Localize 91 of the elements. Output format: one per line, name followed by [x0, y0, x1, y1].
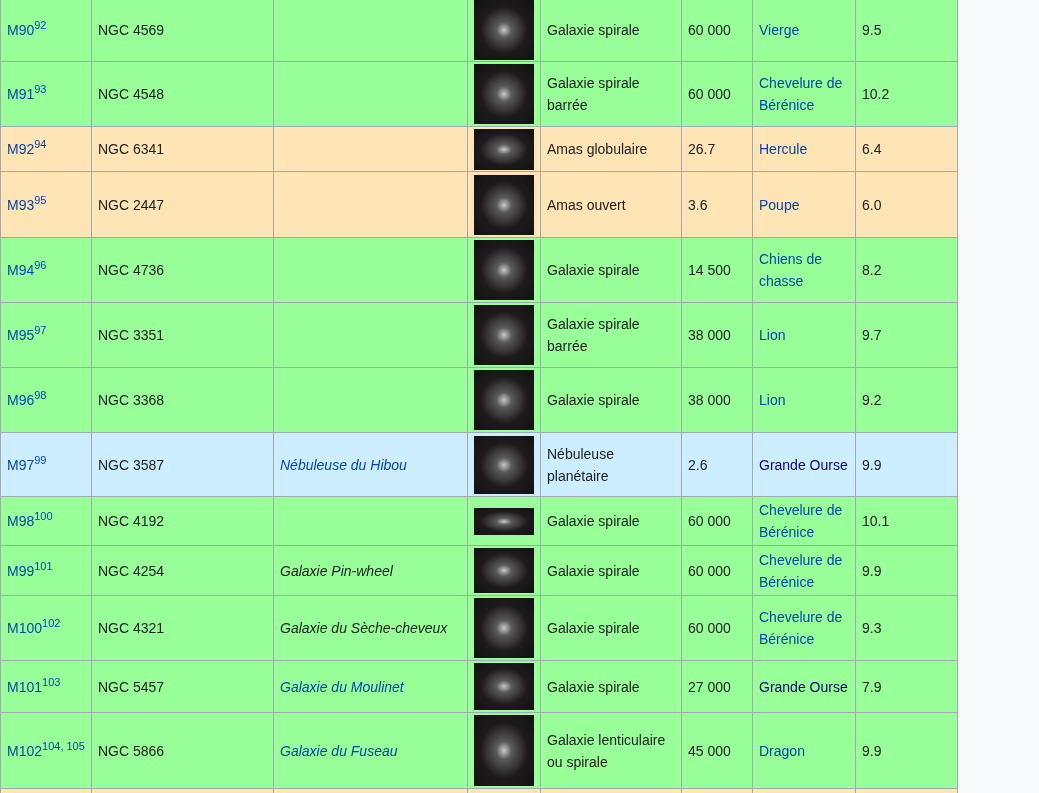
ngc-number: NGC 4321 — [98, 620, 165, 636]
messier-link[interactable]: M102 — [7, 742, 43, 759]
object-type: Galaxie spirale — [547, 678, 640, 695]
reference-link[interactable]: 104, 105 — [42, 739, 85, 752]
ngc-number: NGC 4254 — [98, 562, 165, 579]
object-type: Galaxie spirale — [547, 262, 640, 278]
object-name-link[interactable]: Galaxie du Fuseau — [280, 742, 398, 759]
ngc-number: NGC 4569 — [98, 22, 165, 38]
reference-link[interactable]: 99 — [34, 453, 47, 466]
ngc-number: NGC 4192 — [98, 513, 165, 529]
ngc-number: NGC 6341 — [98, 141, 165, 157]
magnitude: 9.2 — [862, 392, 882, 408]
reference-link[interactable]: 94 — [34, 138, 47, 151]
object-name: Galaxie du Sèche-cheveux — [280, 620, 448, 636]
reference-link[interactable]: 103 — [42, 675, 61, 688]
object-type: Galaxie spirale barrée — [547, 75, 640, 113]
distance: 60 000 — [688, 22, 731, 38]
reference-link[interactable]: 98 — [34, 389, 47, 402]
object-type: Galaxie lenticulaire ou spirale — [547, 731, 666, 770]
photo-placeholder[interactable] — [474, 128, 534, 170]
object-type: Galaxie spirale — [547, 562, 640, 579]
distance: 38 000 — [688, 327, 731, 343]
ngc-number: NGC 5866 — [98, 742, 165, 759]
photo-placeholder[interactable] — [474, 507, 534, 535]
object-type: Galaxie spirale — [547, 22, 640, 38]
distance: 45 000 — [688, 742, 731, 759]
ngc-number: NGC 4548 — [98, 86, 165, 102]
object-name: Galaxie Pin-wheel — [280, 562, 393, 579]
constellation-link[interactable]: Poupe — [759, 193, 800, 216]
reference-link[interactable]: 102 — [42, 617, 61, 630]
distance: 60 000 — [688, 620, 731, 636]
distance: 60 000 — [688, 513, 731, 529]
reference-link[interactable]: 92 — [34, 19, 47, 32]
reference-link[interactable]: 95 — [34, 193, 47, 206]
constellation-link[interactable]: Dragon — [759, 739, 805, 762]
messier-link[interactable]: M95 — [7, 327, 35, 343]
distance: 60 000 — [688, 562, 731, 579]
messier-link[interactable]: M94 — [7, 262, 35, 278]
reference-link[interactable]: 97 — [34, 324, 47, 337]
reference-link[interactable]: 96 — [34, 259, 47, 272]
ngc-number: NGC 2447 — [98, 196, 165, 213]
ngc-number: NGC 3587 — [98, 456, 165, 473]
constellation-link[interactable]: Lion — [759, 324, 786, 346]
object-type: Galaxie spirale barrée — [547, 316, 640, 354]
magnitude: 10.1 — [862, 513, 890, 529]
distance: 26.7 — [688, 141, 716, 157]
magnitude: 6.4 — [862, 141, 882, 157]
distance: 2.6 — [688, 456, 708, 473]
object-type: Amas ouvert — [547, 196, 626, 213]
messier-link[interactable]: M100 — [7, 620, 43, 636]
distance: 14 500 — [688, 262, 731, 278]
ngc-number: NGC 3351 — [98, 327, 165, 343]
reference-link[interactable]: 101 — [34, 559, 53, 572]
object-type: Galaxie spirale — [547, 620, 640, 636]
messier-link[interactable]: M93 — [7, 196, 35, 213]
reference-link[interactable]: 93 — [34, 83, 47, 96]
magnitude: 9.5 — [862, 22, 882, 38]
constellation-link[interactable]: Vierge — [759, 19, 800, 41]
distance: 60 000 — [688, 86, 731, 102]
photo-placeholder[interactable] — [474, 435, 534, 494]
magnitude: 9.9 — [862, 742, 882, 759]
object-type: Galaxie spirale — [547, 513, 640, 529]
messier-link[interactable]: M99 — [7, 562, 35, 579]
messier-link[interactable]: M101 — [7, 678, 43, 695]
photo-placeholder[interactable] — [474, 174, 534, 235]
magnitude: 7.9 — [862, 678, 882, 695]
ngc-number: NGC 5457 — [98, 678, 165, 695]
magnitude: 9.9 — [862, 562, 882, 579]
messier-link[interactable]: M97 — [7, 456, 35, 473]
messier-link[interactable]: M90 — [7, 22, 35, 38]
messier-link[interactable]: M92 — [7, 141, 35, 157]
messier-link[interactable]: M96 — [7, 392, 35, 408]
magnitude: 9.9 — [862, 456, 882, 473]
messier-link[interactable]: M91 — [7, 86, 35, 102]
magnitude: 8.2 — [862, 262, 882, 278]
magnitude: 6.0 — [862, 196, 882, 213]
object-name-link[interactable]: Nébuleuse du Hibou — [280, 456, 407, 473]
object-type: Galaxie spirale — [547, 392, 640, 408]
object-type: Amas globulaire — [547, 141, 648, 157]
ngc-number: NGC 3368 — [98, 392, 165, 408]
magnitude: 9.3 — [862, 620, 882, 636]
magnitude: 10.2 — [862, 86, 890, 102]
magnitude: 9.7 — [862, 327, 882, 343]
constellation-link[interactable]: Lion — [759, 389, 786, 411]
messier-link[interactable]: M98 — [7, 513, 35, 529]
object-type: Nébuleuse planétaire — [547, 445, 614, 484]
distance: 27 000 — [688, 678, 731, 695]
reference-link[interactable]: 100 — [34, 510, 53, 523]
distance: 3.6 — [688, 196, 708, 213]
ngc-number: NGC 4736 — [98, 262, 165, 278]
distance: 38 000 — [688, 392, 731, 408]
